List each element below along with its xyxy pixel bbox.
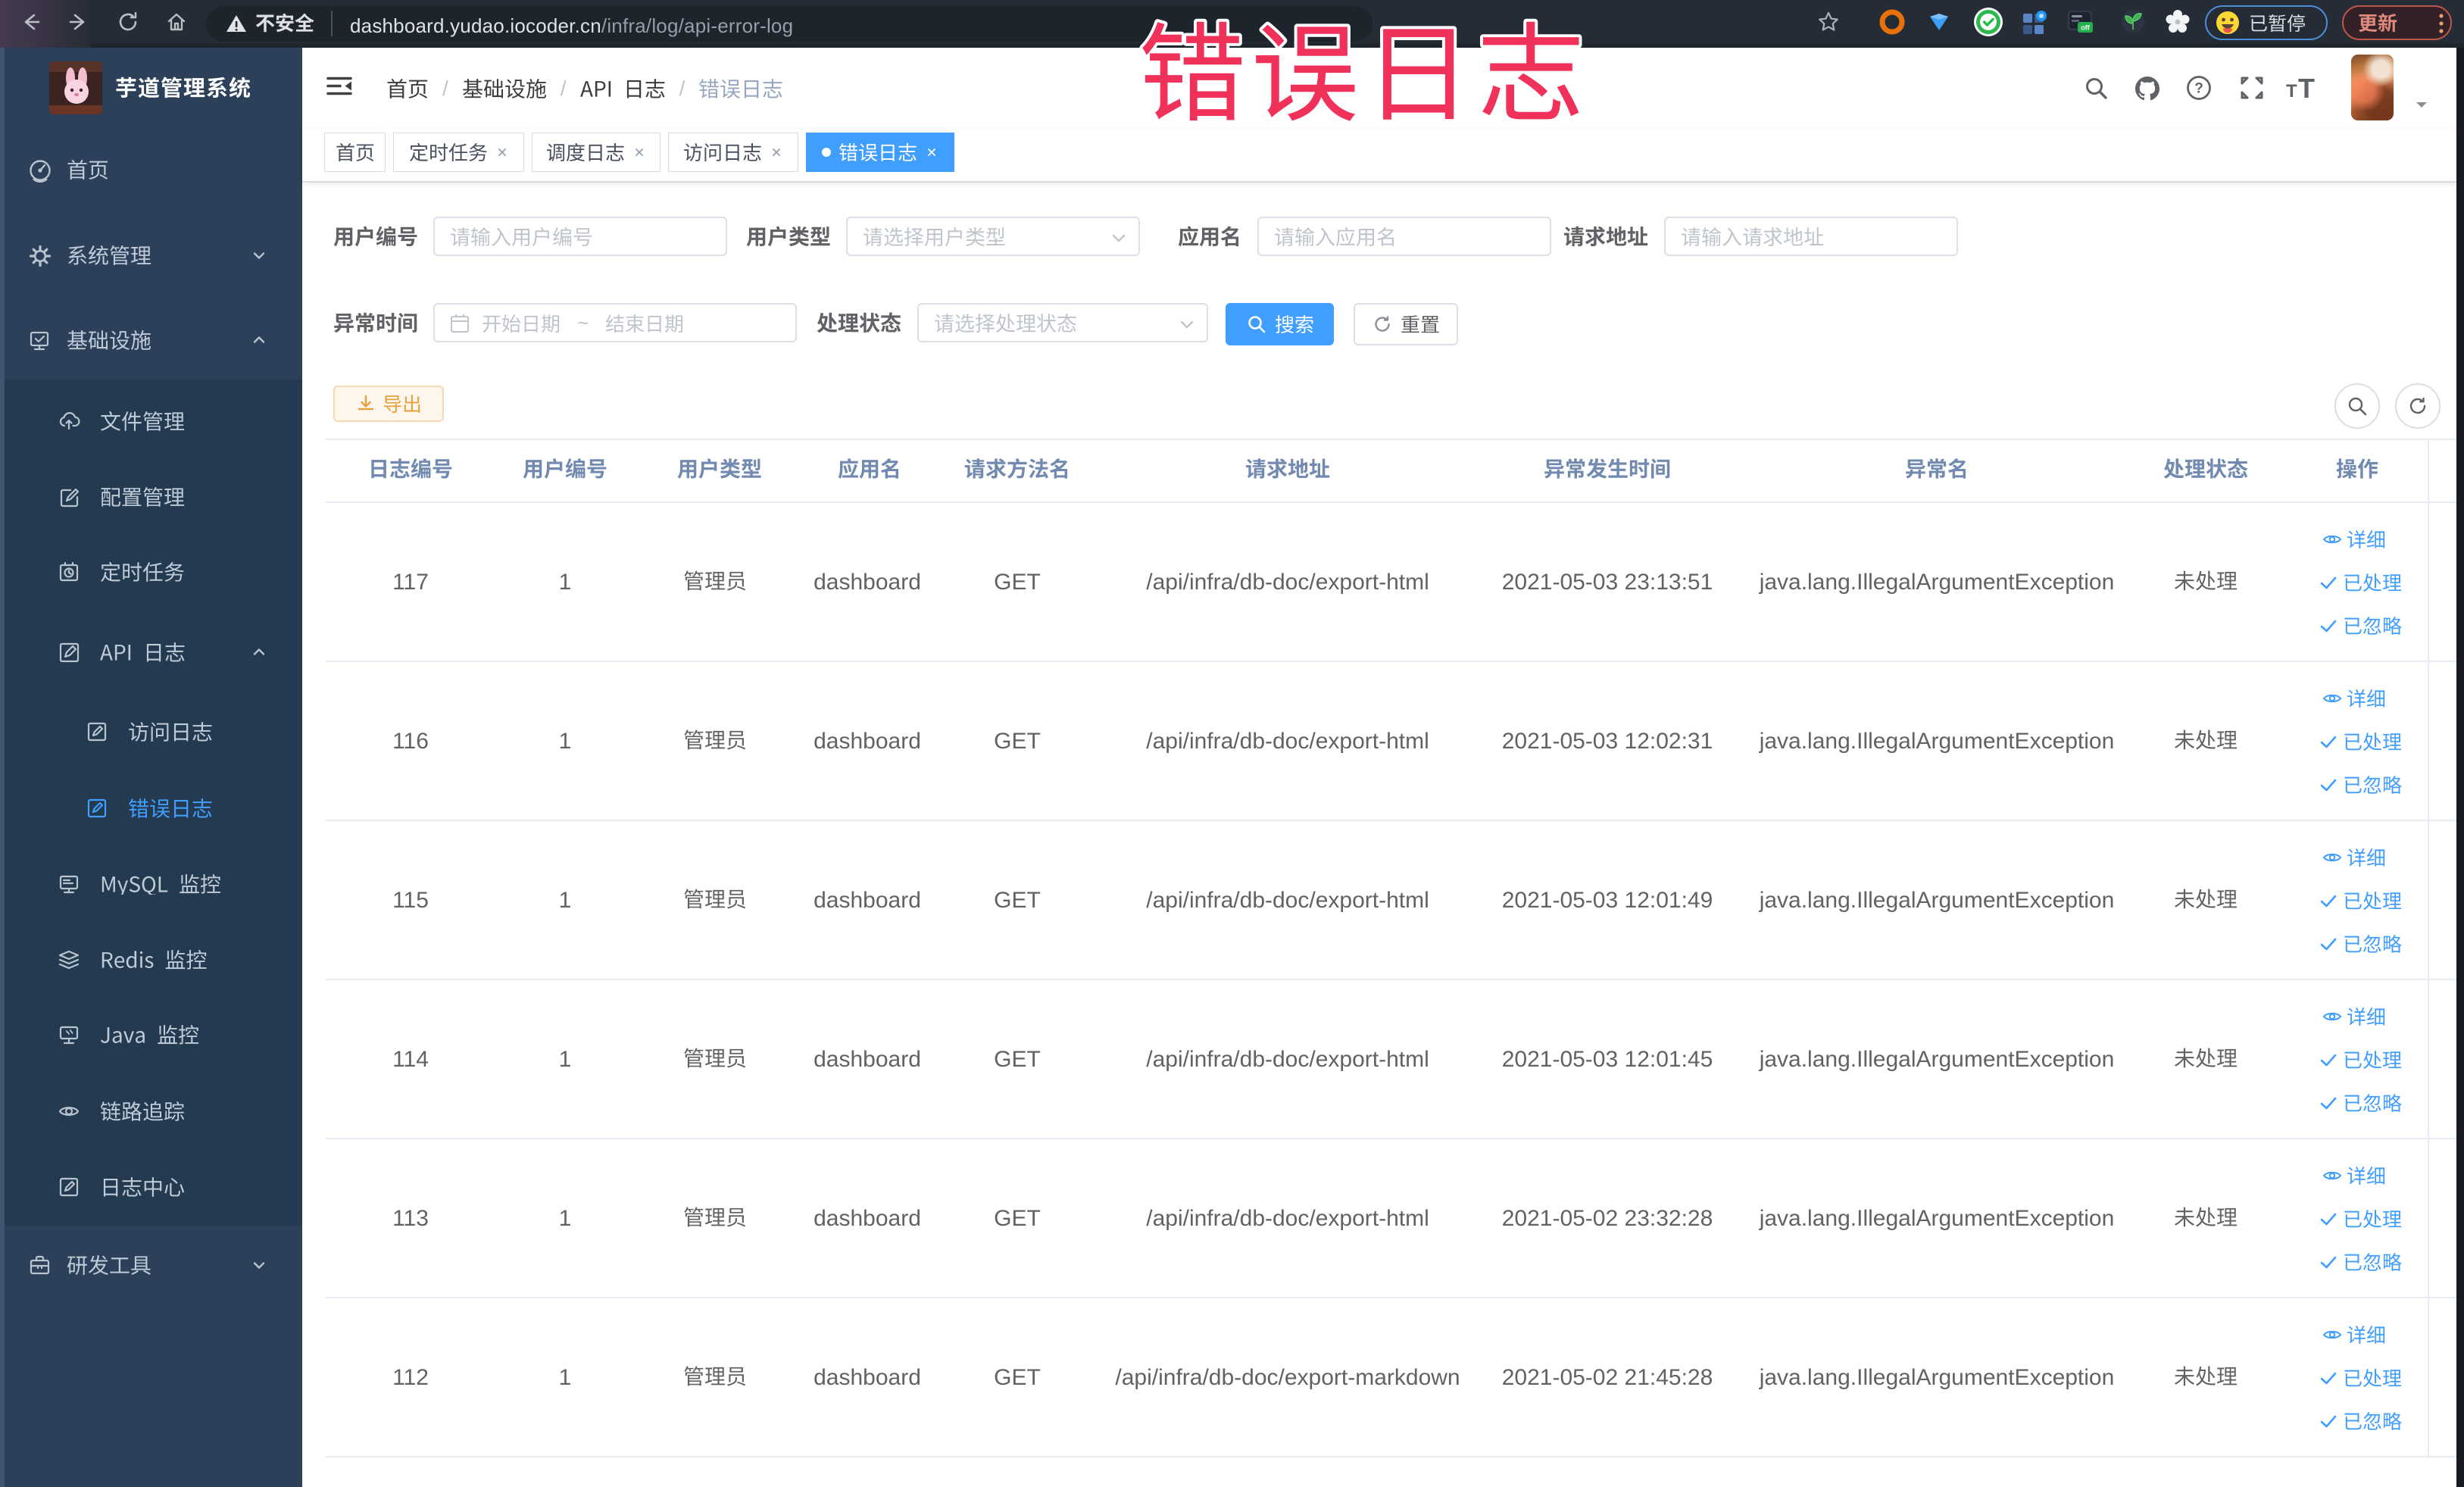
svg-text:off: off <box>2081 24 2090 32</box>
svg-text:T: T <box>2286 81 2297 102</box>
svg-text:T: T <box>2298 74 2315 103</box>
svg-text:?: ? <box>2194 81 2203 97</box>
